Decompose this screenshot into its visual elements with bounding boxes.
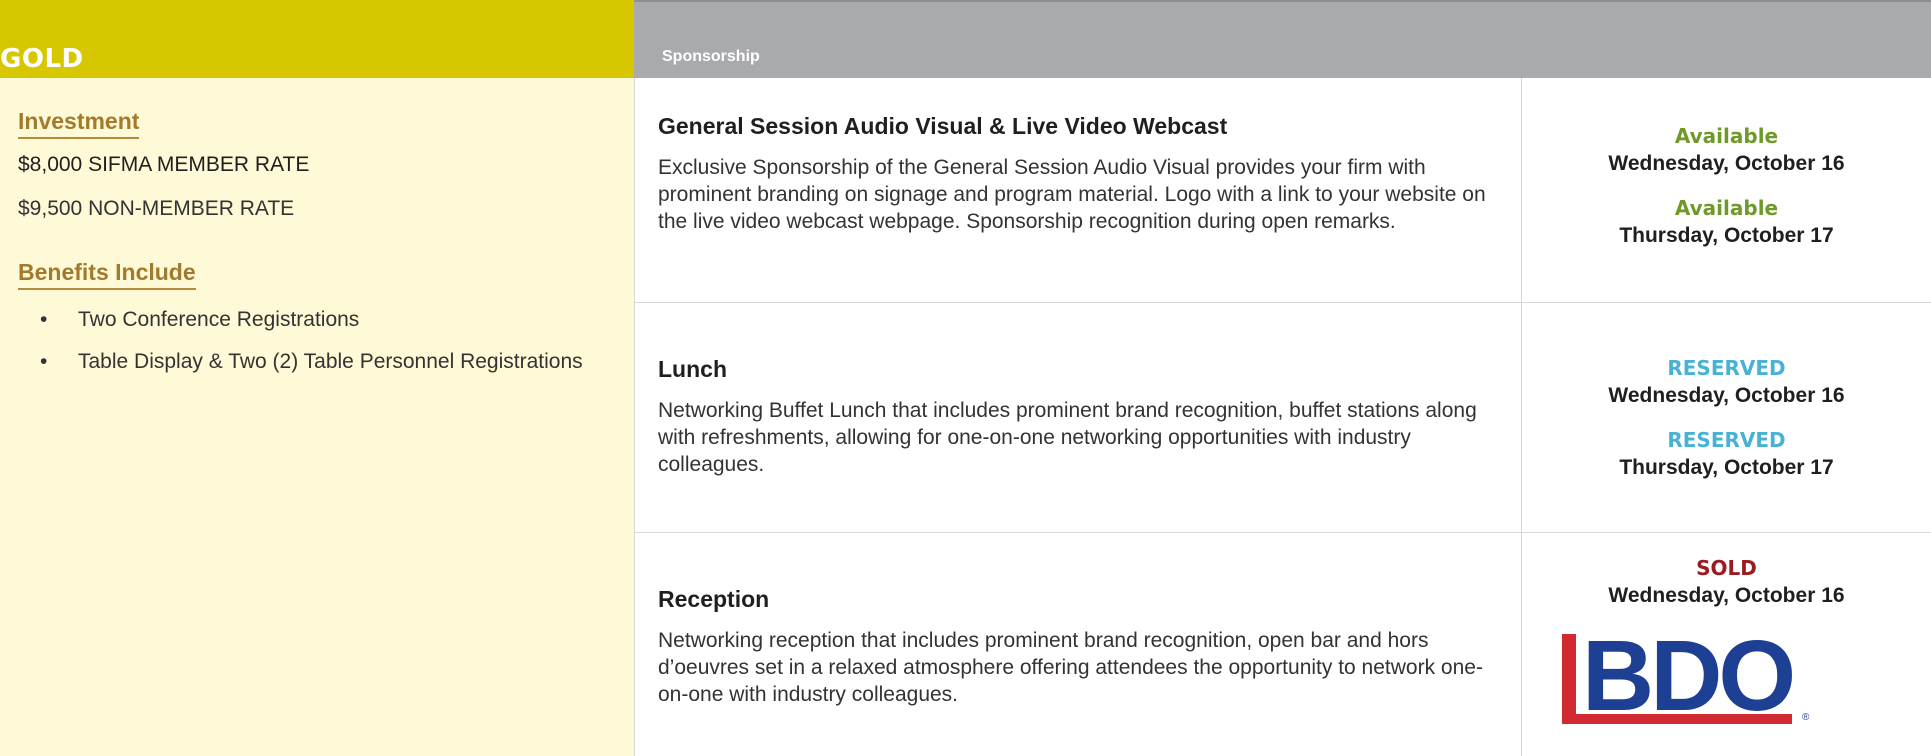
tier-header: GOLD xyxy=(0,0,634,78)
status-badge: Available xyxy=(1674,196,1779,220)
status-badge: SOLD xyxy=(1696,556,1757,580)
benefits-list: • Two Conference Registrations • Table D… xyxy=(18,306,608,376)
bullet: • xyxy=(40,308,48,331)
row-divider xyxy=(634,302,1931,303)
sponsorship-header: Sponsorship xyxy=(634,0,1931,78)
slot-day: Wednesday, October 16 xyxy=(1608,152,1845,175)
list-item: • Table Display & Two (2) Table Personne… xyxy=(30,348,608,376)
item-title: General Session Audio Visual & Live Vide… xyxy=(658,113,1228,139)
benefits-heading: Benefits Include xyxy=(18,259,196,290)
tier-panel: GOLD Investment $8,000 SIFMA MEMBER RATE… xyxy=(0,0,634,756)
row-divider xyxy=(634,532,1931,533)
registered-mark: ® xyxy=(1802,712,1810,723)
item-status: Available Wednesday, October 16 Availabl… xyxy=(1522,124,1931,248)
status-badge: RESERVED xyxy=(1667,356,1786,380)
status-badge: Available xyxy=(1674,124,1779,148)
non-member-rate: $9,500 NON-MEMBER RATE xyxy=(18,197,295,220)
logo-text: BDO xyxy=(1582,620,1796,732)
sponsorship-item: General Session Audio Visual & Live Vide… xyxy=(658,113,1498,235)
sponsor-logo: BDO ® xyxy=(1562,620,1838,732)
investment-heading: Investment xyxy=(18,108,140,139)
sponsorship-item: Reception Networking reception that incl… xyxy=(658,586,1498,708)
item-status: RESERVED Wednesday, October 16 RESERVED … xyxy=(1522,356,1931,480)
item-title: Reception xyxy=(658,586,770,612)
tier-details: Investment $8,000 SIFMA MEMBER RATE $9,5… xyxy=(18,108,608,390)
item-description: Exclusive Sponsorship of the General Ses… xyxy=(658,156,1486,233)
sponsorship-item: Lunch Networking Buffet Lunch that inclu… xyxy=(658,356,1498,478)
slot-day: Wednesday, October 16 xyxy=(1608,584,1845,607)
item-status: SOLD Wednesday, October 16 xyxy=(1522,556,1931,608)
benefit-text: Two Conference Registrations xyxy=(78,308,360,331)
benefit-text: Table Display & Two (2) Table Personnel … xyxy=(78,350,583,373)
slot-day: Wednesday, October 16 xyxy=(1608,384,1845,407)
logo-bar xyxy=(1562,634,1576,722)
sponsorship-label: Sponsorship xyxy=(662,48,760,65)
item-description: Networking Buffet Lunch that includes pr… xyxy=(658,399,1477,476)
slot-day: Thursday, October 17 xyxy=(1619,224,1834,247)
tier-title: GOLD xyxy=(0,44,84,74)
bullet: • xyxy=(40,350,48,373)
item-description: Networking reception that includes promi… xyxy=(658,629,1483,706)
column-divider xyxy=(634,78,635,756)
slot-day: Thursday, October 17 xyxy=(1619,456,1834,479)
status-badge: RESERVED xyxy=(1667,428,1786,452)
sponsorship-page: GOLD Investment $8,000 SIFMA MEMBER RATE… xyxy=(0,0,1931,756)
member-rate: $8,000 SIFMA MEMBER RATE xyxy=(18,153,310,176)
list-item: • Two Conference Registrations xyxy=(30,306,608,334)
item-title: Lunch xyxy=(658,356,727,382)
